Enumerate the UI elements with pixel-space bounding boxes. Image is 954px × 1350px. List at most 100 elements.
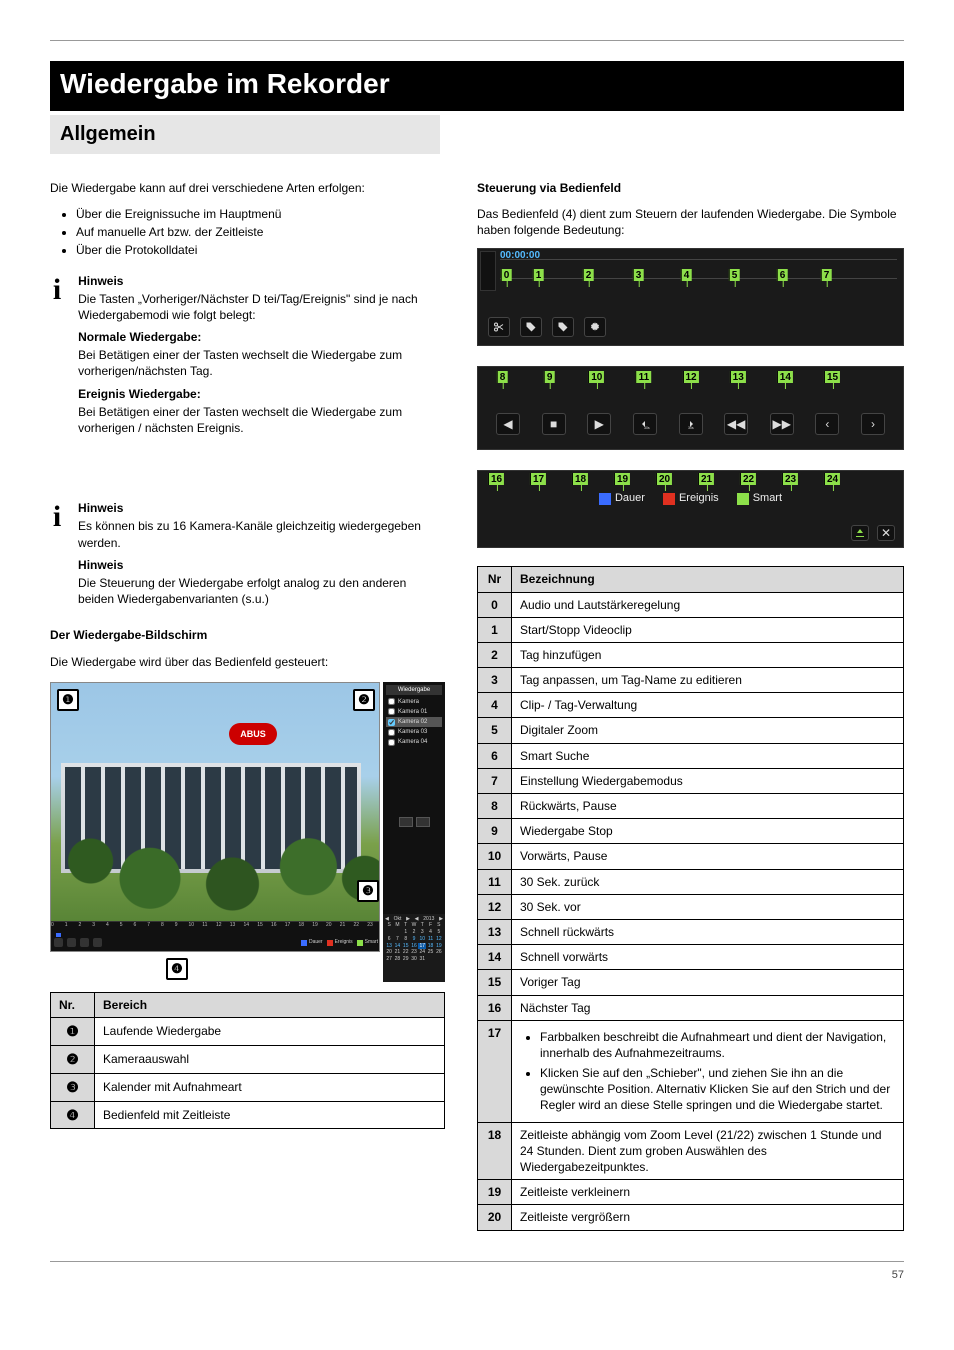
right-column: Steuerung via Bedienfeld Das Bedienfeld … bbox=[477, 174, 904, 1231]
cal-day[interactable]: 21 bbox=[393, 949, 401, 956]
td-nr: 5 bbox=[478, 718, 512, 743]
callout-label: 7 bbox=[821, 269, 832, 281]
camera-label: Kamera 02 bbox=[398, 718, 427, 726]
td-nr: 9 bbox=[478, 819, 512, 844]
region-label-2: ❷ bbox=[353, 689, 375, 711]
close-button[interactable]: ✕ bbox=[877, 525, 895, 541]
cal-day[interactable]: 12 bbox=[435, 936, 443, 943]
layout-button[interactable] bbox=[416, 817, 430, 827]
td-desc: Clip- / Tag-Verwaltung bbox=[512, 693, 904, 718]
tick-label: 23 bbox=[367, 922, 373, 929]
panel-desc: Das Bedienfeld (4) dient zum Steuern der… bbox=[477, 206, 904, 238]
legend-ereignis: Ereignis bbox=[335, 939, 353, 946]
td-nr: 19 bbox=[478, 1180, 512, 1205]
cal-day[interactable]: 8 bbox=[402, 936, 410, 943]
cal-day[interactable]: 19 bbox=[435, 943, 443, 950]
note-heading: Hinweis bbox=[78, 557, 445, 573]
hide-panel-button[interactable] bbox=[851, 525, 869, 541]
td-nr: 12 bbox=[478, 894, 512, 919]
gear-icon bbox=[93, 938, 102, 947]
panel2: 89101112131415 ◀ ■ ▶ 30s 30s ◀◀ ▶▶ ‹ › bbox=[477, 366, 904, 450]
region-legend-table: Nr.Bereich ❶Laufende Wiedergabe ❷Kameraa… bbox=[50, 992, 445, 1130]
play-reverse-button[interactable]: ◀ bbox=[496, 413, 520, 435]
cal-day[interactable]: 5 bbox=[435, 929, 443, 936]
callout-label: 24 bbox=[824, 473, 840, 485]
cal-day[interactable]: 13 bbox=[385, 943, 393, 950]
cal-day[interactable]: 18 bbox=[426, 943, 434, 950]
cal-day[interactable]: 15 bbox=[402, 943, 410, 950]
cal-day[interactable]: 28 bbox=[393, 956, 401, 963]
cal-day[interactable] bbox=[426, 956, 434, 963]
cal-day[interactable]: 30 bbox=[410, 956, 418, 963]
cal-day[interactable]: 16 bbox=[410, 943, 418, 950]
camera-checkbox[interactable] bbox=[388, 729, 395, 736]
cal-day[interactable]: 7 bbox=[393, 936, 401, 943]
tick-label: 10 bbox=[189, 922, 195, 929]
cal-day[interactable]: 25 bbox=[426, 949, 434, 956]
cal-day[interactable]: 9 bbox=[410, 936, 418, 943]
legend-smart: Smart bbox=[753, 491, 782, 506]
tick-label: 19 bbox=[312, 922, 318, 929]
tagplus-icon[interactable] bbox=[552, 317, 574, 337]
next-day-button[interactable]: › bbox=[861, 413, 885, 435]
cal-day[interactable]: 10 bbox=[418, 936, 426, 943]
layout-button[interactable] bbox=[399, 817, 413, 827]
step-fwd-30s-button[interactable]: 30s bbox=[679, 413, 703, 435]
callout-label: 18 bbox=[572, 473, 588, 485]
cal-day[interactable]: 22 bbox=[402, 949, 410, 956]
gear-icon[interactable] bbox=[584, 317, 606, 337]
cal-day[interactable]: 14 bbox=[393, 943, 401, 950]
stop-button[interactable]: ■ bbox=[542, 413, 566, 435]
camera-checkbox[interactable] bbox=[388, 719, 395, 726]
td-nr: 8 bbox=[478, 794, 512, 819]
th-nr: Nr. bbox=[51, 992, 95, 1017]
cal-day[interactable]: 27 bbox=[385, 956, 393, 963]
cal-day[interactable]: 6 bbox=[385, 936, 393, 943]
cal-day[interactable]: 29 bbox=[402, 956, 410, 963]
td-nr: 17 bbox=[478, 1020, 512, 1122]
control-via-panel: Steuerung via Bedienfeld bbox=[477, 180, 904, 196]
camera-checkbox[interactable] bbox=[388, 698, 395, 705]
scissors-icon[interactable] bbox=[488, 317, 510, 337]
fast-fwd-button[interactable]: ▶▶ bbox=[770, 413, 794, 435]
tick-label: 5 bbox=[120, 922, 123, 929]
tick-label: 1 bbox=[65, 922, 68, 929]
cal-day[interactable]: 11 bbox=[426, 936, 434, 943]
td-desc: Schnell vorwärts bbox=[512, 945, 904, 970]
calendar-panel: ◀Okt▶◀2013▶ SMTWTFS 12345678910111213141… bbox=[383, 914, 445, 982]
fast-back-button[interactable]: ◀◀ bbox=[724, 413, 748, 435]
cal-day[interactable]: 17 bbox=[418, 943, 426, 950]
td-nr: ❶ bbox=[51, 1017, 95, 1045]
td-nr: 20 bbox=[478, 1205, 512, 1230]
legend-dauer: Dauer bbox=[615, 491, 645, 506]
td-nr: 10 bbox=[478, 844, 512, 869]
cal-day[interactable]: 1 bbox=[402, 929, 410, 936]
td-desc: Digitaler Zoom bbox=[512, 718, 904, 743]
cal-day[interactable]: 23 bbox=[410, 949, 418, 956]
cal-day[interactable]: 4 bbox=[426, 929, 434, 936]
tick-label: 17 bbox=[285, 922, 291, 929]
play-button[interactable]: ▶ bbox=[587, 413, 611, 435]
camera-checkbox[interactable] bbox=[388, 708, 395, 715]
cal-day[interactable]: 24 bbox=[418, 949, 426, 956]
prev-day-button[interactable]: ‹ bbox=[815, 413, 839, 435]
td-desc: Rückwärts, Pause bbox=[512, 794, 904, 819]
cal-day[interactable] bbox=[385, 929, 393, 936]
tick-label: 11 bbox=[202, 922, 207, 929]
step-back-30s-button[interactable]: 30s bbox=[633, 413, 657, 435]
cal-day[interactable]: 3 bbox=[418, 929, 426, 936]
camera-checkbox[interactable] bbox=[388, 739, 395, 746]
legend-smart: Smart bbox=[365, 939, 378, 946]
cal-day[interactable]: 26 bbox=[435, 949, 443, 956]
cal-day[interactable]: 2 bbox=[410, 929, 418, 936]
cal-day[interactable] bbox=[393, 929, 401, 936]
intro-text: Die Wiedergabe kann auf drei verschieden… bbox=[50, 180, 445, 196]
callout-label: 3 bbox=[633, 269, 644, 281]
note-text: Es können bis zu 16 Kamera-Kanäle gleich… bbox=[78, 518, 445, 550]
cal-day[interactable]: 31 bbox=[418, 956, 426, 963]
cal-day[interactable]: 20 bbox=[385, 949, 393, 956]
tag-icon[interactable] bbox=[520, 317, 542, 337]
callout-label: 19 bbox=[614, 473, 630, 485]
callout-label: 11 bbox=[636, 371, 652, 383]
tick-label: 6 bbox=[134, 922, 137, 929]
